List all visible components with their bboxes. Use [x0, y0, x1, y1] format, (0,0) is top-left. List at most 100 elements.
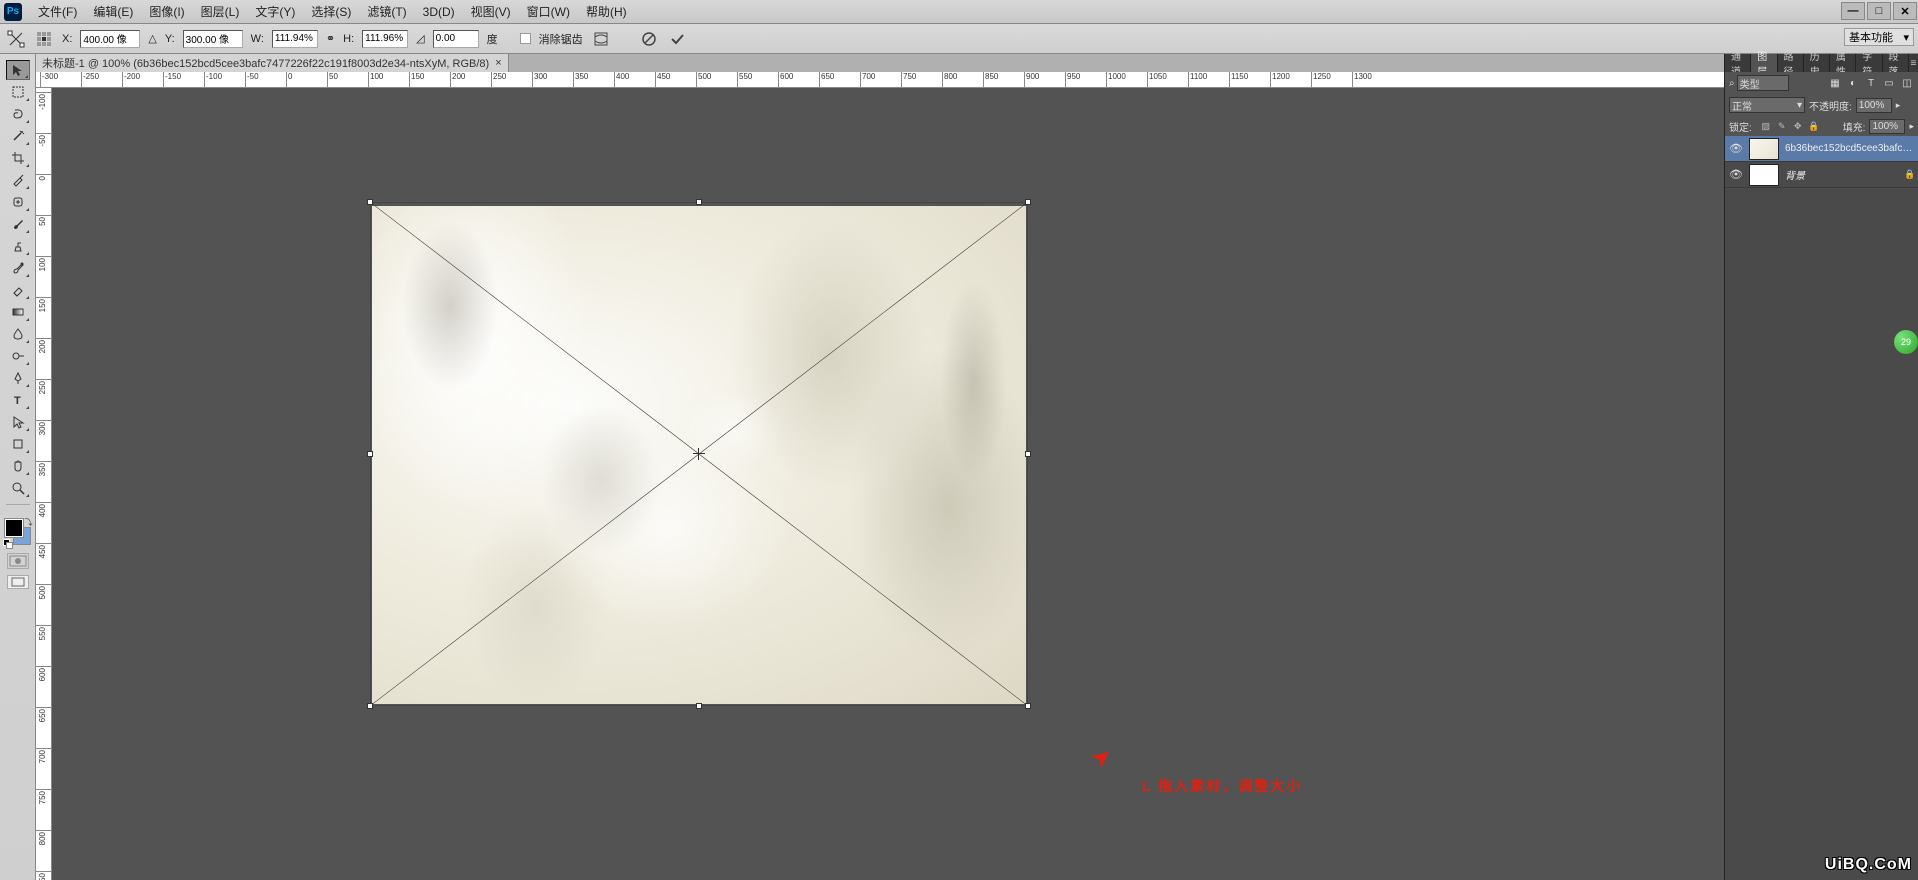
menu-help[interactable]: 帮助(H) [578, 1, 635, 22]
workspace-dropdown[interactable]: 基本功能▾ [1844, 28, 1914, 46]
delta-icon[interactable]: △ [148, 32, 156, 45]
layer-item[interactable]: 👁 6b36bec152bcd5cee3bafc7... [1725, 136, 1918, 162]
clone-stamp-tool[interactable] [6, 236, 30, 256]
y-input[interactable] [183, 30, 243, 48]
panel-tab-paragraph[interactable]: 段落 [1883, 54, 1909, 72]
panel-menu-icon[interactable]: ≡ [1909, 54, 1918, 72]
panel-tab-layers[interactable]: 图层 [1751, 54, 1777, 72]
marquee-tool[interactable] [6, 82, 30, 102]
menu-3d[interactable]: 3D(D) [415, 3, 463, 21]
blur-tool[interactable] [6, 324, 30, 344]
transform-handle-bc[interactable] [696, 703, 702, 709]
fill-input[interactable]: 100% [1869, 119, 1905, 134]
transform-tool-icon[interactable] [6, 29, 26, 49]
filter-shape-icon[interactable]: ▭ [1882, 76, 1896, 90]
menu-file[interactable]: 文件(F) [30, 1, 85, 22]
layer-thumbnail[interactable] [1749, 138, 1779, 160]
menu-view[interactable]: 视图(V) [463, 1, 519, 22]
screen-mode-button[interactable] [7, 575, 29, 589]
document-tab-title: 未标题-1 @ 100% (6b36bec152bcd5cee3bafc7477… [42, 55, 489, 71]
layer-name[interactable]: 6b36bec152bcd5cee3bafc7... [1785, 143, 1914, 154]
layer-item[interactable]: 👁 背景 🔒 [1725, 162, 1918, 188]
history-brush-tool[interactable] [6, 258, 30, 278]
eyedropper-tool[interactable] [6, 170, 30, 190]
link-wh-icon[interactable]: ⚭ [326, 32, 335, 45]
zoom-tool[interactable] [6, 478, 30, 498]
transform-handle-mr[interactable] [1025, 451, 1031, 457]
lock-position-icon[interactable]: ✥ [1792, 120, 1804, 132]
h-input[interactable] [362, 30, 408, 48]
layer-list: 👁 6b36bec152bcd5cee3bafc7... 👁 背景 🔒 [1725, 136, 1918, 880]
ruler-horizontal[interactable]: -300-250-200-150-100-5005010015020025030… [36, 72, 1724, 88]
menu-type[interactable]: 文字(Y) [247, 1, 303, 22]
antialias-label: 消除锯齿 [539, 31, 583, 47]
visibility-icon[interactable]: 👁 [1729, 168, 1743, 182]
panel-tab-character[interactable]: 字符 [1856, 54, 1882, 72]
transform-handle-ml[interactable] [367, 451, 373, 457]
crop-tool[interactable] [6, 148, 30, 168]
foreground-color[interactable] [5, 519, 23, 537]
reference-point-icon[interactable] [34, 29, 54, 49]
type-tool[interactable]: T [6, 390, 30, 410]
layer-thumbnail[interactable] [1749, 164, 1779, 186]
document-tab[interactable]: 未标题-1 @ 100% (6b36bec152bcd5cee3bafc7477… [36, 54, 509, 72]
warp-icon[interactable] [591, 29, 611, 49]
default-colors-icon[interactable] [3, 539, 11, 547]
brush-tool[interactable] [6, 214, 30, 234]
transform-handle-bl[interactable] [367, 703, 373, 709]
transform-center-icon[interactable] [693, 448, 705, 460]
angle-input[interactable] [433, 30, 479, 48]
quickmask-toggle[interactable] [7, 553, 29, 569]
lock-all-icon[interactable]: 🔒 [1808, 120, 1820, 132]
panel-tab-paths[interactable]: 路径 [1778, 54, 1804, 72]
notification-bubble[interactable]: 29 [1894, 330, 1918, 354]
filter-adjust-icon[interactable]: ◐ [1846, 76, 1860, 90]
transform-handle-tr[interactable] [1025, 199, 1031, 205]
transform-handle-br[interactable] [1025, 703, 1031, 709]
transform-handle-tl[interactable] [367, 199, 373, 205]
panel-tab-properties[interactable]: 属性 [1830, 54, 1856, 72]
lock-transparency-icon[interactable]: ▨ [1760, 120, 1772, 132]
minimize-button[interactable]: — [1841, 2, 1865, 20]
move-tool[interactable] [6, 60, 30, 80]
lasso-tool[interactable] [6, 104, 30, 124]
tab-close-icon[interactable]: × [495, 57, 501, 69]
magic-wand-tool[interactable] [6, 126, 30, 146]
path-selection-tool[interactable] [6, 412, 30, 432]
eraser-tool[interactable] [6, 280, 30, 300]
dodge-tool[interactable] [6, 346, 30, 366]
menu-image[interactable]: 图像(I) [141, 1, 192, 22]
shape-tool[interactable] [6, 434, 30, 454]
visibility-icon[interactable]: 👁 [1729, 142, 1743, 156]
maximize-button[interactable]: □ [1867, 2, 1891, 20]
close-button[interactable]: ✕ [1893, 2, 1917, 20]
canvas-area[interactable]: ➤ L 拖入素材，调整大小 [52, 88, 1724, 880]
menu-select[interactable]: 选择(S) [303, 1, 359, 22]
layer-name[interactable]: 背景 [1785, 167, 1898, 182]
filter-pixel-icon[interactable]: ▦ [1828, 76, 1842, 90]
lock-pixels-icon[interactable]: ✎ [1776, 120, 1788, 132]
hand-tool[interactable] [6, 456, 30, 476]
w-input[interactable] [272, 30, 318, 48]
opacity-input[interactable]: 100% [1856, 98, 1892, 113]
cancel-transform-icon[interactable] [639, 29, 659, 49]
x-input[interactable] [80, 30, 140, 48]
menu-filter[interactable]: 滤镜(T) [359, 1, 414, 22]
transform-handle-tc[interactable] [696, 199, 702, 205]
menu-edit[interactable]: 编辑(E) [85, 1, 141, 22]
panel-tab-channels[interactable]: 通道 [1725, 54, 1751, 72]
menu-layer[interactable]: 图层(L) [193, 1, 248, 22]
commit-transform-icon[interactable] [667, 29, 687, 49]
panel-tab-history[interactable]: 历史 [1804, 54, 1830, 72]
filter-type-icon[interactable]: T [1864, 76, 1878, 90]
ruler-vertical[interactable]: -100-50050100150200250300350400450500550… [36, 88, 52, 880]
transform-bounding-box[interactable] [370, 202, 1028, 706]
healing-brush-tool[interactable] [6, 192, 30, 212]
pen-tool[interactable] [6, 368, 30, 388]
filter-smart-icon[interactable]: ◫ [1900, 76, 1914, 90]
blend-mode-dropdown[interactable]: 正常▾ [1729, 97, 1805, 113]
menu-window[interactable]: 窗口(W) [519, 1, 578, 22]
antialias-checkbox[interactable] [520, 33, 531, 44]
layer-filter-dropdown[interactable]: 类型 [1737, 75, 1789, 91]
gradient-tool[interactable] [6, 302, 30, 322]
